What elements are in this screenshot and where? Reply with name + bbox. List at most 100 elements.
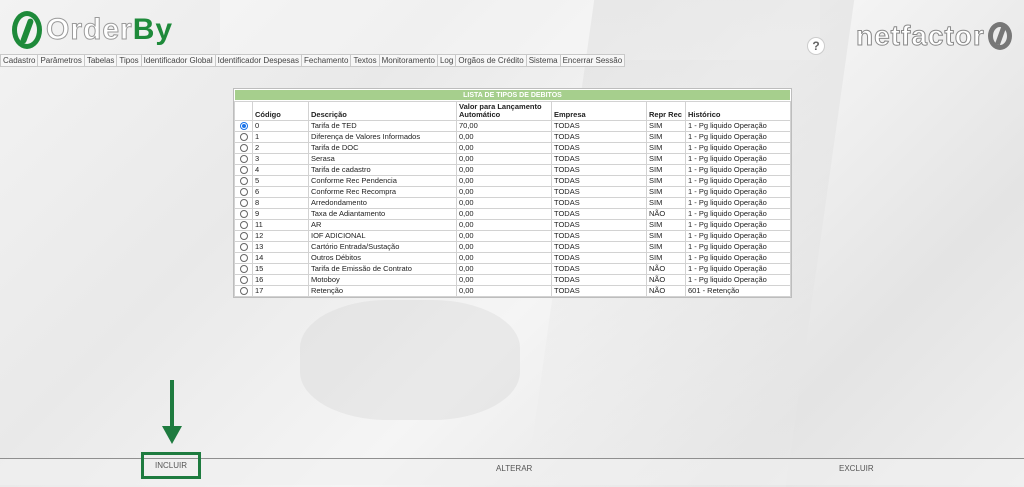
help-icon[interactable]: ?	[808, 38, 824, 54]
row-select-radio[interactable]	[239, 166, 248, 175]
cell-empresa: TODAS	[551, 208, 647, 220]
table-row[interactable]: 5 Conforme Rec Pendencia 0,00 TODAS SIM 1 - P…	[234, 175, 791, 187]
cell-codigo: 3	[252, 153, 309, 165]
row-select-radio[interactable]	[239, 155, 248, 164]
menu-item-monitoramento[interactable]: Monitoramento	[378, 54, 437, 67]
cell-descricao: Conforme Rec Recompra	[308, 186, 457, 198]
row-select-cell	[234, 153, 253, 165]
cell-valor: 0,00	[456, 153, 552, 165]
table-row[interactable]: 13 Cartório Entrada/Sustação 0,00 TODAS SIM 1…	[234, 241, 791, 253]
cell-repr: SIM	[646, 175, 686, 187]
table-row[interactable]: 11 AR 0,00 TODAS SIM 1 - Pg liquido Operação	[234, 219, 791, 231]
cell-codigo: 15	[252, 263, 309, 275]
row-select-cell	[234, 285, 253, 297]
cell-historico: 601 - Retenção	[685, 285, 791, 297]
cell-descricao: Arredondamento	[308, 197, 457, 209]
cell-empresa: TODAS	[551, 241, 647, 253]
row-select-radio[interactable]	[239, 210, 248, 219]
cell-historico: 1 - Pg liquido Operação	[685, 142, 791, 154]
row-select-radio[interactable]	[239, 254, 248, 263]
menu-item-identificador-despesas[interactable]: Identificador Despesas	[214, 54, 301, 67]
cell-valor: 0,00	[456, 263, 552, 275]
cell-descricao: Motoboy	[308, 274, 457, 286]
cell-codigo: 11	[252, 219, 309, 231]
cell-codigo: 6	[252, 186, 309, 198]
menu-item-identificador-global[interactable]: Identificador Global	[140, 54, 215, 67]
cell-repr: SIM	[646, 252, 686, 264]
cell-repr: SIM	[646, 186, 686, 198]
table-row[interactable]: 12 IOF ADICIONAL 0,00 TODAS SIM 1 - Pg liquid…	[234, 230, 791, 242]
row-select-radio[interactable]	[239, 265, 248, 274]
table-row[interactable]: 14 Outros Débitos 0,00 TODAS SIM 1 - Pg liqui…	[234, 252, 791, 264]
menu-item-encerrar-sessao[interactable]: Encerrar Sessão	[559, 54, 626, 67]
menu-item-cadastro[interactable]: Cadastro	[0, 54, 38, 67]
table-row[interactable]: 2 Tarifa de DOC 0,00 TODAS SIM 1 - Pg liquido…	[234, 142, 791, 154]
table-row[interactable]: 1 Diferença de Valores Informados 0,00 TODA…	[234, 131, 791, 143]
menu-item-log[interactable]: Log	[436, 54, 456, 67]
cell-codigo: 14	[252, 252, 309, 264]
menu-item-parametros[interactable]: Parâmetros	[37, 54, 84, 67]
table-row[interactable]: 8 Arredondamento 0,00 TODAS SIM 1 - Pg liquid…	[234, 197, 791, 209]
column-header-historico: Histórico	[685, 101, 791, 121]
table-row[interactable]: 3 Serasa 0,00 TODAS SIM 1 - Pg liquido Operaç…	[234, 153, 791, 165]
table-row[interactable]: 16 Motoboy 0,00 TODAS NÃO 1 - Pg liquido Oper…	[234, 274, 791, 286]
list-title: LISTA DE TIPOS DE DEBITOS	[234, 89, 791, 101]
row-select-radio[interactable]	[239, 122, 248, 131]
annotation-arrow-head	[162, 426, 182, 444]
cell-codigo: 9	[252, 208, 309, 220]
incluir-button[interactable]: INCLUIR	[141, 452, 201, 479]
row-select-cell	[234, 208, 253, 220]
cell-empresa: TODAS	[551, 131, 647, 143]
row-select-radio[interactable]	[239, 177, 248, 186]
table-row[interactable]: 4 Tarifa de cadastro 0,00 TODAS SIM 1 - Pg li…	[234, 164, 791, 176]
cell-codigo: 0	[252, 120, 309, 132]
row-select-radio[interactable]	[239, 188, 248, 197]
cell-descricao: Retenção	[308, 285, 457, 297]
cell-empresa: TODAS	[551, 263, 647, 275]
menu-item-orgaos-de-credito[interactable]: Orgãos de Crédito	[455, 54, 526, 67]
row-select-radio[interactable]	[239, 276, 248, 285]
table-header-row: Código Descrição Valor para Lançamento A…	[234, 101, 791, 121]
row-select-radio[interactable]	[239, 243, 248, 252]
cell-descricao: Serasa	[308, 153, 457, 165]
cell-valor: 0,00	[456, 186, 552, 198]
table-row[interactable]: 17 Retenção 0,00 TODAS NÃO 601 - Retenção	[234, 285, 791, 297]
menu-item-textos[interactable]: Textos	[350, 54, 379, 67]
table-row[interactable]: 9 Taxa de Adiantamento 0,00 TODAS NÃO 1 - Pg …	[234, 208, 791, 220]
row-select-cell	[234, 230, 253, 242]
cell-empresa: TODAS	[551, 285, 647, 297]
cell-historico: 1 - Pg liquido Operação	[685, 230, 791, 242]
cell-descricao: AR	[308, 219, 457, 231]
cell-historico: 1 - Pg liquido Operação	[685, 241, 791, 253]
table-row[interactable]: 6 Conforme Rec Recompra 0,00 TODAS SIM 1 - Pg…	[234, 186, 791, 198]
row-select-cell	[234, 219, 253, 231]
row-select-cell	[234, 120, 253, 132]
column-header-empresa: Empresa	[551, 101, 647, 121]
main-menu: Cadastro Parâmetros Tabelas Tipos Identifica…	[0, 54, 626, 68]
table-row[interactable]: 0 Tarifa de TED 70,00 TODAS SIM 1 - Pg liquid…	[234, 120, 791, 132]
cell-codigo: 17	[252, 285, 309, 297]
netfactor-logo-icon	[987, 22, 1012, 50]
excluir-button[interactable]: EXCLUIR	[839, 464, 874, 473]
row-select-radio[interactable]	[239, 232, 248, 241]
cell-descricao: Cartório Entrada/Sustação	[308, 241, 457, 253]
row-select-radio[interactable]	[239, 287, 248, 296]
row-select-radio[interactable]	[239, 199, 248, 208]
cell-historico: 1 - Pg liquido Operação	[685, 197, 791, 209]
column-header-valor: Valor para Lançamento Automático	[456, 101, 552, 121]
row-select-radio[interactable]	[239, 221, 248, 230]
cell-repr: SIM	[646, 153, 686, 165]
cell-empresa: TODAS	[551, 274, 647, 286]
row-select-radio[interactable]	[239, 133, 248, 142]
cell-empresa: TODAS	[551, 197, 647, 209]
cell-repr: SIM	[646, 120, 686, 132]
table-row[interactable]: 15 Tarifa de Emissão de Contrato 0,00 TODAS…	[234, 263, 791, 275]
alterar-button[interactable]: ALTERAR	[496, 464, 532, 473]
menu-item-tipos[interactable]: Tipos	[116, 54, 141, 67]
cell-codigo: 13	[252, 241, 309, 253]
cell-empresa: TODAS	[551, 230, 647, 242]
menu-item-tabelas[interactable]: Tabelas	[83, 54, 117, 67]
row-select-radio[interactable]	[239, 144, 248, 153]
menu-item-sistema[interactable]: Sistema	[525, 54, 560, 67]
menu-item-fechamento[interactable]: Fechamento	[301, 54, 351, 67]
